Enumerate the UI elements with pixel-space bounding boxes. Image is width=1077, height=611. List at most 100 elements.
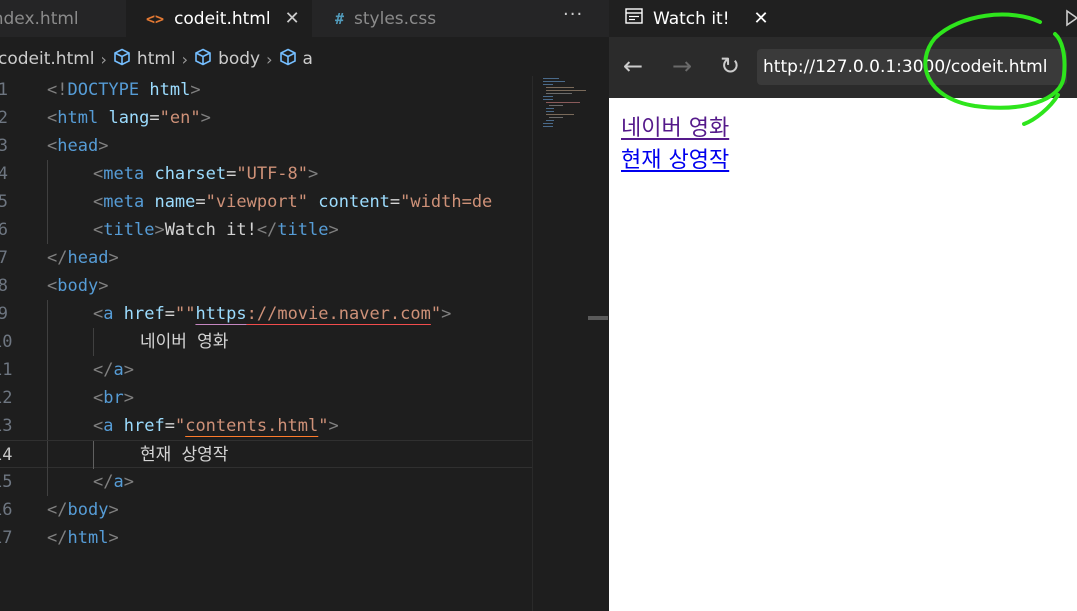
code-area[interactable]: 1 <!DOCTYPE html> 2 <html lang="en"> 3 <hea…	[0, 76, 532, 611]
line-number: 12	[0, 388, 13, 408]
code-token: 네이버 영화	[140, 332, 229, 352]
code-token: <	[93, 304, 104, 324]
code-token: "	[318, 416, 329, 436]
tab-styles-css[interactable]: # styles.css	[313, 0, 473, 37]
breadcrumb-body[interactable]: body	[218, 49, 260, 69]
tab-index-html[interactable]: index.html	[0, 0, 126, 37]
code-token: meta	[103, 192, 145, 212]
code-token: head	[57, 136, 99, 156]
back-arrow-icon[interactable]: ←	[623, 54, 643, 78]
code-token: body	[67, 500, 109, 520]
browser-tab[interactable]: Watch it! ✕	[609, 0, 787, 37]
code-token: >	[190, 80, 201, 100]
address-bar[interactable]: http://127.0.0.1:3000/codeit.html	[757, 49, 1067, 85]
code-token: </	[47, 500, 68, 520]
code-token: </	[47, 528, 68, 548]
code-line: 13<a href="contents.html">	[0, 412, 532, 440]
code-editor: index.html <> codeit.html ✕ # styles.css…	[0, 0, 609, 611]
line-number: 16	[0, 500, 13, 520]
code-token: </	[47, 248, 68, 268]
chevron-right-icon: ›	[100, 49, 107, 69]
code-token: <	[47, 276, 58, 296]
chevron-right-icon: ›	[266, 49, 273, 69]
chevron-right-icon: ›	[181, 49, 189, 69]
code-line: 6 <title>Watch it!</title>	[0, 216, 532, 244]
code-token: >	[98, 136, 109, 156]
link-now-showing[interactable]: 현재 상영작	[621, 142, 729, 174]
code-token: </	[93, 472, 114, 492]
page-icon	[625, 8, 643, 29]
play-icon[interactable]	[1065, 9, 1077, 31]
line-number: 1	[0, 80, 8, 100]
code-line-current: 14 현재 상영작	[0, 440, 532, 469]
code-token: =	[149, 108, 160, 128]
line-number: 6	[0, 220, 8, 240]
code-line: 15 </a>	[0, 468, 532, 496]
breadcrumb-file[interactable]: codeit.html	[0, 49, 95, 69]
code-token: >	[98, 276, 109, 296]
breadcrumb-html[interactable]: html	[137, 49, 176, 69]
code-token: "	[430, 304, 442, 324]
browser-preview: Watch it! ✕ ← → ↻ http://127.0.0.1:3000/…	[609, 0, 1077, 611]
code-token: </	[256, 220, 278, 240]
code-token: "width=de	[400, 192, 493, 212]
code-token: =	[226, 164, 237, 184]
code-token: a	[103, 416, 114, 436]
more-actions-icon[interactable]: ···	[563, 4, 583, 25]
code-line: 17 </html>	[0, 524, 532, 552]
code-token: >	[154, 220, 165, 240]
code-line: 12 <br>	[0, 384, 532, 412]
code-token: >	[108, 248, 119, 268]
page-content: 네이버 영화 현재 상영작	[609, 98, 1077, 611]
breadcrumb-a[interactable]: a	[303, 49, 313, 69]
code-token: href	[123, 416, 165, 436]
code-token: name	[154, 192, 196, 212]
browser-tab-title: Watch it!	[653, 8, 730, 29]
code-token: <!	[47, 80, 68, 100]
line-number: 11	[0, 360, 13, 380]
line-number: 17	[0, 528, 13, 548]
browser-tab-bar: Watch it! ✕	[609, 0, 1077, 37]
code-line: 8 <body>	[0, 272, 532, 300]
line-number: 3	[0, 136, 8, 156]
tab-label: styles.css	[354, 8, 437, 29]
code-token: =	[164, 304, 175, 324]
forward-arrow-icon[interactable]: →	[672, 54, 692, 78]
code-token: >	[123, 360, 134, 380]
close-icon[interactable]: ✕	[754, 8, 769, 29]
code-token: >	[200, 108, 211, 128]
code-token: lang	[108, 108, 150, 128]
code-token: head	[67, 248, 109, 268]
code-token: =	[164, 416, 175, 436]
code-token: <	[93, 192, 104, 212]
code-line: 1 <!DOCTYPE html>	[0, 76, 532, 104]
code-token: >	[108, 500, 119, 520]
line-number: 4	[0, 164, 8, 184]
scrollbar-thumb[interactable]	[588, 316, 608, 320]
code-token: a	[113, 360, 124, 380]
line-number: 5	[0, 192, 8, 212]
code-token: </	[93, 360, 114, 380]
code-token: body	[57, 276, 99, 296]
line-number: 10	[0, 332, 13, 352]
code-token: ://movie.naver.com	[246, 304, 431, 324]
code-token: =	[195, 192, 206, 212]
code-token: >	[308, 164, 319, 184]
minimap[interactable]	[532, 76, 609, 611]
code-token: "	[174, 416, 186, 436]
breadcrumb: codeit.html › html › body › a	[0, 44, 313, 74]
code-token: a	[113, 472, 124, 492]
tab-codeit-html[interactable]: <> codeit.html ✕	[126, 0, 312, 37]
code-token: <	[93, 164, 104, 184]
link-naver-movie[interactable]: 네이버 영화	[621, 110, 729, 142]
close-icon[interactable]: ✕	[285, 8, 300, 29]
code-token: >	[108, 528, 119, 548]
html-file-icon: <>	[146, 9, 165, 28]
code-token: contents.html	[185, 416, 319, 436]
editor-tab-bar: index.html <> codeit.html ✕ # styles.css…	[0, 0, 609, 37]
code-token: DOCTYPE	[67, 80, 140, 100]
reload-icon[interactable]: ↻	[720, 54, 740, 78]
code-line: 9 <a href=""https://movie.naver.com">	[0, 300, 532, 328]
